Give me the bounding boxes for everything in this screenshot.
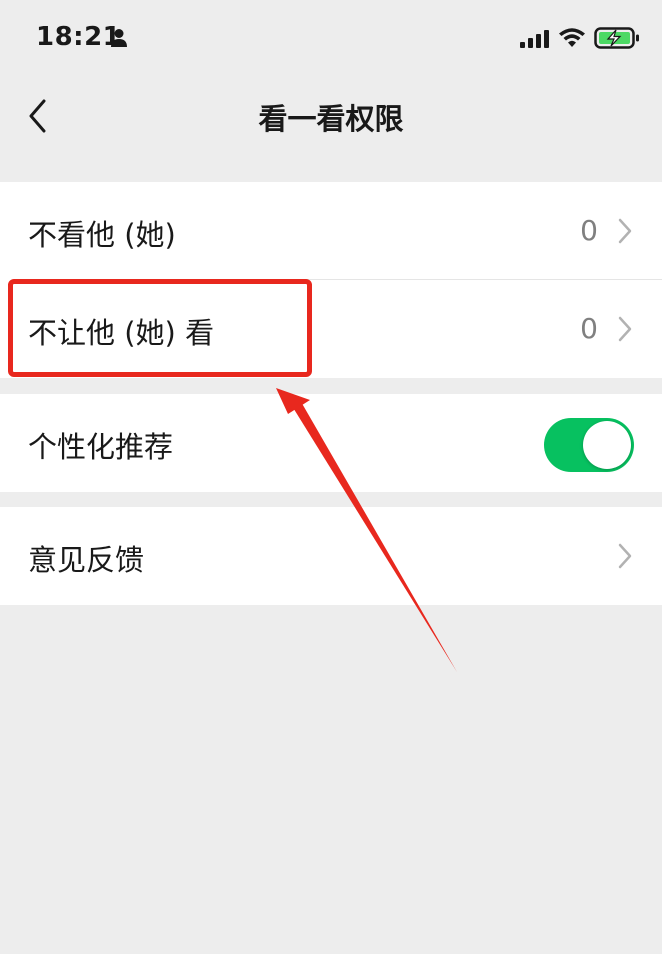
wifi-icon bbox=[559, 28, 585, 47]
cell-label: 个性化推荐 bbox=[28, 430, 174, 464]
cell-label: 不看他 (她) bbox=[28, 218, 176, 252]
cell-count: 0 bbox=[580, 312, 598, 345]
status-time: 18:21 bbox=[36, 22, 122, 52]
cell-dont-see-them[interactable]: 不看他 (她) 0 bbox=[0, 182, 662, 280]
settings-group-2: 个性化推荐 bbox=[0, 394, 662, 492]
cell-feedback[interactable]: 意见反馈 bbox=[0, 507, 662, 605]
status-bar: 18:21 bbox=[0, 0, 662, 80]
chevron-right-icon bbox=[618, 218, 632, 244]
cell-count: 0 bbox=[580, 214, 598, 247]
chevron-right-icon bbox=[618, 316, 632, 342]
settings-group-1: 不看他 (她) 0 不让他 (她) 看 0 bbox=[0, 182, 662, 378]
personalized-recommendation-toggle[interactable] bbox=[544, 418, 634, 472]
page-title: 看一看权限 bbox=[258, 102, 404, 136]
cell-hide-from-them[interactable]: 不让他 (她) 看 0 bbox=[0, 280, 662, 378]
person-icon bbox=[111, 29, 127, 47]
cell-personalized-recommendation: 个性化推荐 bbox=[0, 394, 662, 492]
settings-group-3: 意见反馈 bbox=[0, 507, 662, 605]
screen: 18:21 看一看权限 不看他 (她) 0 不让他 (她) 看 0 个性化推荐 … bbox=[0, 0, 662, 954]
toggle-knob bbox=[583, 421, 631, 469]
chevron-right-icon bbox=[618, 543, 632, 569]
nav-bar: 看一看权限 bbox=[0, 80, 662, 152]
cell-label: 意见反馈 bbox=[28, 543, 145, 577]
signal-icon bbox=[520, 30, 549, 48]
battery-charging-icon bbox=[594, 27, 639, 49]
cell-label: 不让他 (她) 看 bbox=[28, 316, 215, 350]
